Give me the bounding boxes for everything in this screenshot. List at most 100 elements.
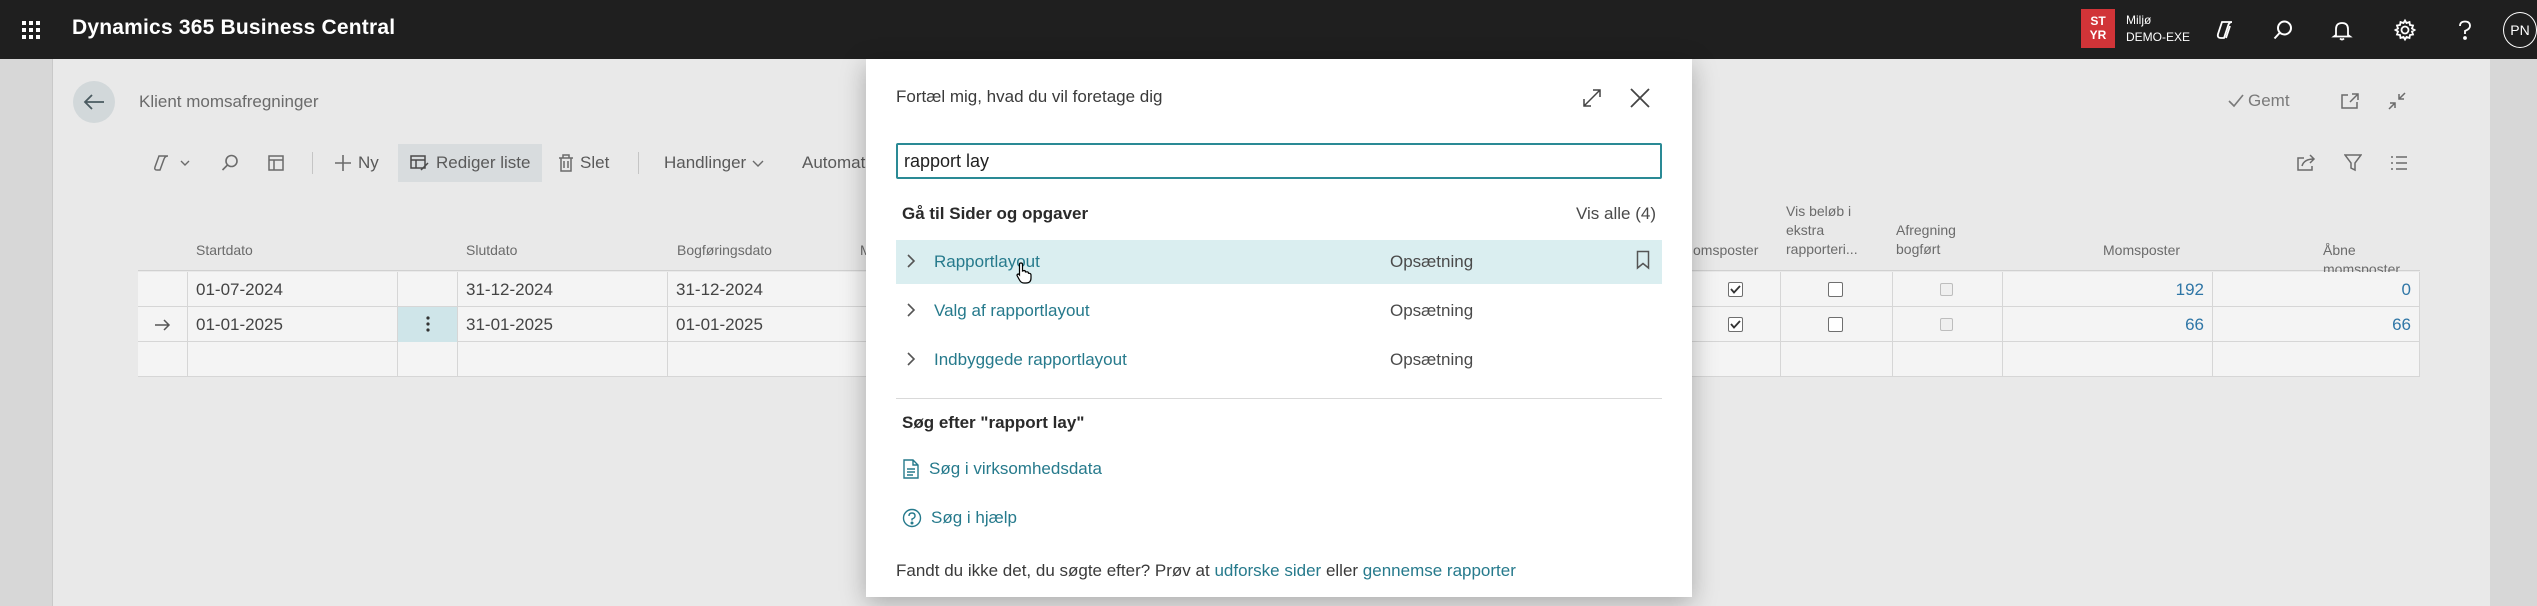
col-show-amounts[interactable]: Vis beløb i ekstra rapporteri... — [1786, 202, 1858, 259]
gear-icon[interactable] — [2390, 15, 2420, 45]
chevron-right-icon[interactable] — [906, 302, 916, 318]
cell-row-menu — [398, 272, 458, 307]
cell-open-vat-entries[interactable]: 0 — [2213, 272, 2420, 307]
cell-show-amounts[interactable] — [1781, 272, 1893, 307]
cell-end-date[interactable]: 31-12-2024 — [458, 272, 668, 307]
cell-empty[interactable] — [2213, 342, 2420, 377]
cell-vat-checkbox[interactable] — [1691, 272, 1781, 307]
layout-icon — [268, 155, 284, 171]
result-link[interactable]: Valg af rapportlayout — [934, 301, 1090, 321]
cell-posting-date[interactable]: 01-01-2025 — [668, 307, 868, 342]
expand-icon[interactable] — [1578, 84, 1606, 112]
search-icon[interactable] — [2268, 15, 2298, 45]
result-category: Opsætning — [1390, 350, 1474, 369]
new-label: Ny — [358, 153, 379, 172]
chevron-right-icon[interactable] — [906, 253, 916, 269]
section-pages-heading: Gå til Sider og opgaver — [902, 204, 1089, 223]
cell-empty[interactable] — [1781, 342, 1893, 377]
checkbox-checked[interactable] — [1728, 317, 1743, 332]
avatar[interactable]: PN — [2503, 12, 2537, 48]
col-settlement-posted[interactable]: Afregning bogført — [1896, 221, 1956, 259]
cell-vat-entries[interactable]: 66 — [2003, 307, 2213, 342]
search-input[interactable] — [896, 143, 1662, 179]
explore-pages-link[interactable]: udforske sider — [1214, 561, 1321, 580]
result-item[interactable]: Indbyggede rapportlayout Opsætning — [896, 338, 1662, 382]
row-actions-button[interactable] — [398, 307, 458, 342]
saved-status: Gemt — [2228, 91, 2290, 111]
cell-start-date[interactable]: 01-01-2025 — [188, 307, 398, 342]
search-help-link[interactable]: Søg i hjælp — [902, 508, 1017, 528]
edit-list-button[interactable]: Rediger liste — [398, 144, 542, 182]
close-icon[interactable] — [1626, 84, 1654, 112]
col-posting-date[interactable]: Bogføringsdato — [677, 241, 772, 260]
col-show-amounts-line1: Vis beløb i — [1786, 203, 1852, 219]
edit-list-icon — [410, 155, 429, 171]
back-button[interactable] — [73, 81, 115, 123]
tell-me-dialog: Fortæl mig, hvad du vil foretage dig Gå … — [866, 59, 1692, 597]
checkbox-checked[interactable] — [1728, 282, 1743, 297]
cell-empty[interactable] — [458, 342, 668, 377]
checkbox-unchecked[interactable] — [1828, 282, 1843, 297]
cell-open-vat-entries[interactable]: 66 — [2213, 307, 2420, 342]
col-settlement-line2: bogført — [1896, 241, 1941, 257]
result-item[interactable]: Valg af rapportlayout Opsætning — [896, 289, 1662, 333]
col-show-amounts-line2: ekstra — [1786, 222, 1825, 238]
open-new-window-icon[interactable] — [2337, 88, 2363, 114]
automate-label: Automat — [802, 153, 866, 172]
cell-show-amounts[interactable] — [1781, 307, 1893, 342]
delete-button[interactable]: Slet — [558, 144, 609, 182]
bell-icon[interactable] — [2327, 15, 2357, 45]
waffle-icon[interactable] — [16, 15, 46, 45]
help-circle-icon — [902, 508, 922, 528]
back-arrow-icon — [83, 94, 104, 110]
cell-posting-date[interactable]: 31-12-2024 — [668, 272, 868, 307]
cell-empty[interactable] — [188, 342, 398, 377]
dialog-footer: Fandt du ikke det, du søgte efter? Prøv … — [896, 561, 1516, 581]
col-vat-entries[interactable]: Momsposter — [2103, 241, 2180, 260]
bookmark-icon[interactable] — [1636, 250, 1650, 270]
chevron-right-icon[interactable] — [906, 351, 916, 367]
result-link[interactable]: Indbyggede rapportlayout — [934, 350, 1127, 370]
delete-label: Slet — [580, 153, 610, 172]
checkbox-disabled — [1940, 318, 1953, 331]
top-bar: Dynamics 365 Business Central ST YR Milj… — [0, 0, 2537, 59]
actions-menu-button[interactable]: Handlinger — [664, 144, 764, 182]
filter-button[interactable] — [2344, 144, 2362, 182]
share-button[interactable] — [2296, 144, 2316, 182]
copilot-menu-button[interactable] — [152, 144, 190, 182]
checkmark-icon — [1730, 320, 1741, 329]
search-help-label: Søg i hjælp — [931, 508, 1017, 527]
copilot-icon[interactable] — [2210, 15, 2240, 45]
cell-empty[interactable] — [2003, 342, 2213, 377]
environment-info[interactable]: Miljø DEMO-EXE — [2126, 12, 2190, 46]
search-list-button[interactable] — [220, 144, 240, 182]
automate-menu-button[interactable]: Automat — [802, 144, 865, 182]
app-title[interactable]: Dynamics 365 Business Central — [72, 16, 395, 40]
cell-empty[interactable] — [1691, 342, 1781, 377]
help-icon[interactable] — [2450, 15, 2480, 45]
col-vat-entries-partial[interactable]: omsposter — [1693, 241, 1758, 260]
cell-vat-entries[interactable]: 192 — [2003, 272, 2213, 307]
result-item[interactable]: Rapportlayout Opsætning — [896, 240, 1662, 284]
environment-badge[interactable]: ST YR — [2081, 9, 2115, 48]
see-all-link[interactable]: Vis alle (4) — [1576, 204, 1656, 224]
row-indicator — [138, 307, 188, 342]
env-badge-line2: YR — [2089, 28, 2107, 42]
document-icon — [903, 459, 919, 479]
collapse-icon[interactable] — [2384, 88, 2410, 114]
checkmark-icon — [1730, 285, 1741, 294]
footer-text: Fandt du ikke det, du søgte efter? Prøv … — [896, 561, 1215, 580]
cell-start-date[interactable]: 01-07-2024 — [188, 272, 398, 307]
browse-reports-link[interactable]: gennemse rapporter — [1363, 561, 1516, 580]
cell-empty[interactable] — [668, 342, 868, 377]
new-button[interactable]: Ny — [334, 144, 379, 182]
list-view-button[interactable] — [2390, 144, 2408, 182]
view-layout-button[interactable] — [266, 144, 286, 182]
filter-icon — [2344, 154, 2362, 172]
cell-end-date[interactable]: 31-01-2025 — [458, 307, 668, 342]
checkbox-unchecked[interactable] — [1828, 317, 1843, 332]
col-end-date[interactable]: Slutdato — [466, 241, 517, 260]
col-start-date[interactable]: Startdato — [196, 241, 253, 260]
search-company-data-link[interactable]: Søg i virksomhedsdata — [902, 459, 1102, 479]
cell-vat-checkbox[interactable] — [1691, 307, 1781, 342]
